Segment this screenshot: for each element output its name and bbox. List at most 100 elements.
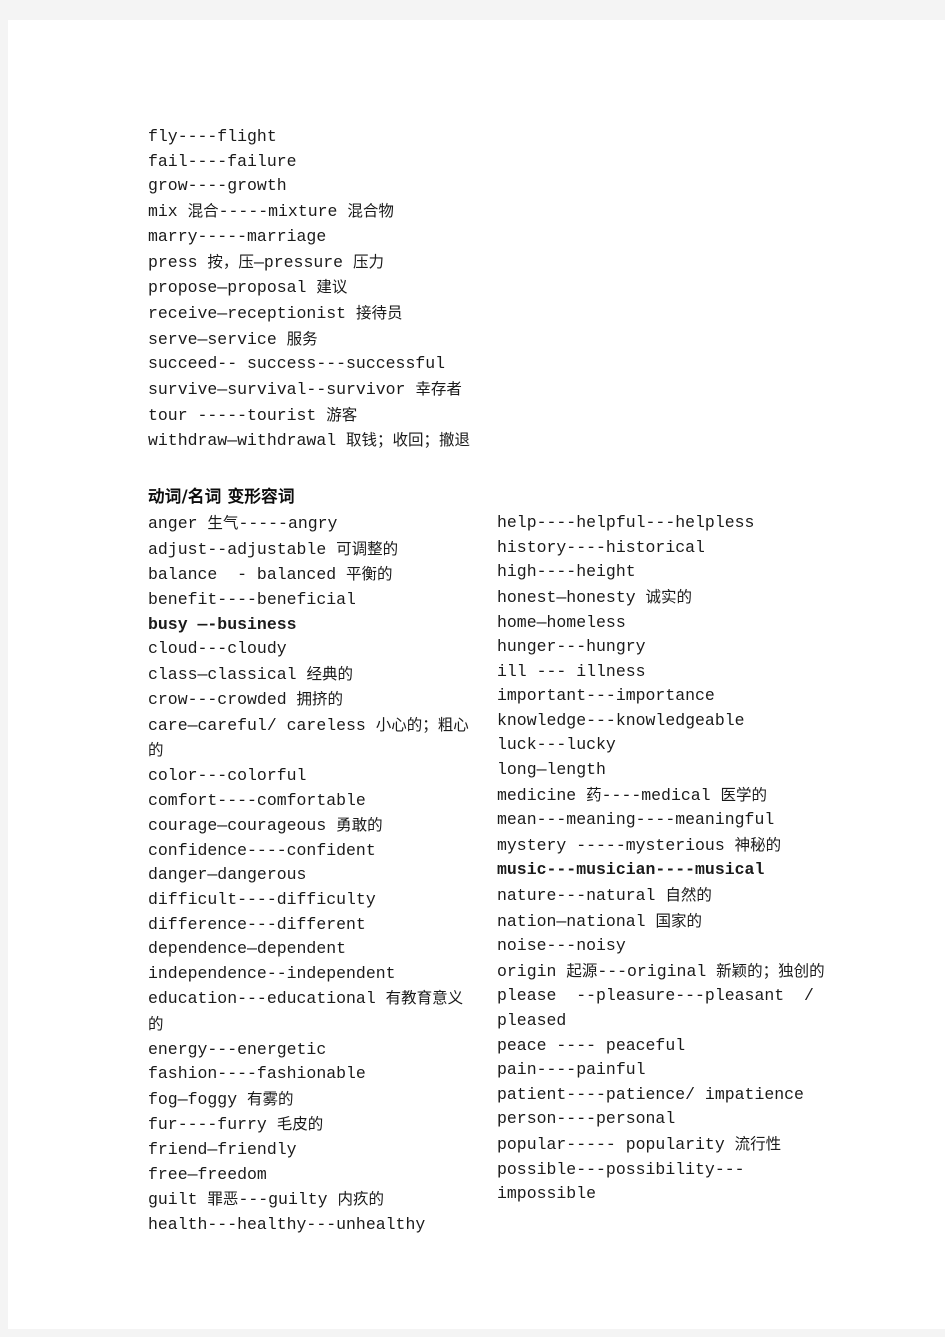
chinese-gloss: 服务 — [286, 329, 318, 348]
chinese-gloss: 罪恶 — [207, 1190, 239, 1209]
chinese-gloss: 毛皮的 — [276, 1115, 324, 1134]
chinese-gloss: 拥挤的 — [296, 690, 344, 709]
word-entry-line: luck---lucky — [497, 735, 616, 755]
word-entry-line: independence--independent — [148, 963, 396, 983]
word-entry-line: patient----patience/ impatience — [497, 1084, 804, 1104]
word-entry-line: guilt 罪恶---guilty 内疚的 — [148, 1190, 384, 1210]
word-entry-line: difference---different — [148, 914, 366, 934]
word-entry-line: confidence----confident — [148, 840, 376, 860]
chinese-gloss: 流行性 — [734, 1134, 782, 1153]
chinese-gloss: 国家的 — [655, 911, 702, 930]
chinese-gloss: 起源 — [566, 961, 598, 980]
verb-noun-derivation-list: fly----flight fail----failure grow----grow… — [148, 125, 838, 454]
word-entry-line: nature---natural 自然的 — [497, 886, 712, 906]
word-entry-line: propose—proposal 建议 — [148, 278, 348, 298]
word-entry-line: medicine 药----medical 医学的 — [497, 785, 767, 805]
word-entry-line: history----historical — [497, 537, 705, 557]
word-entry-line: long—length — [497, 760, 606, 780]
word-entry-line: serve—service 服务 — [148, 329, 318, 349]
word-entry-line: pain----painful — [497, 1060, 646, 1080]
word-entry-line: peace ---- peaceful — [497, 1035, 686, 1055]
word-entry-line: free—freedom — [148, 1164, 267, 1184]
word-entry-line: help----helpful---helpless — [497, 513, 755, 533]
document-page: fly----flight fail----failure grow----grow… — [8, 20, 945, 1329]
chinese-gloss: 药 — [586, 785, 602, 804]
word-entry-line: busy —-business — [148, 614, 297, 634]
document-content: fly----flight fail----failure grow----grow… — [148, 125, 838, 1237]
word-entry-line: mystery -----mysterious 神秘的 — [497, 835, 782, 855]
word-entry-line: music---musician----musical — [497, 860, 765, 880]
word-entry-line: cloud---cloudy — [148, 639, 287, 659]
word-entry-line: education---educational 有教育意义的 — [148, 989, 464, 1034]
word-entry-line: color---colorful — [148, 766, 307, 786]
chinese-gloss: 医学的 — [720, 785, 767, 804]
chinese-gloss: 小心的；粗心的 — [148, 715, 469, 760]
word-entry-line: difficult----difficulty — [148, 890, 376, 910]
chinese-gloss: 混合 — [187, 202, 219, 221]
word-entry-line: fly----flight — [148, 127, 277, 146]
word-entry-line: balance - balanced 平衡的 — [148, 565, 393, 585]
word-entry-line: survive—survival--survivor 幸存者 — [148, 380, 462, 400]
word-entry-line: home—homeless — [497, 612, 626, 632]
word-entry-line: class—classical 经典的 — [148, 664, 353, 684]
chinese-gloss: 生气 — [207, 514, 239, 533]
word-entry-line: fail----failure — [148, 151, 297, 171]
chinese-gloss: 混合物 — [347, 202, 394, 221]
word-entry-line: possible---possibility---impossible — [497, 1159, 745, 1204]
word-entry-line: noise---noisy — [497, 936, 626, 956]
word-entry-line: mix 混合-----mixture 混合物 — [148, 202, 394, 222]
word-entry-line: person----personal — [497, 1109, 676, 1129]
chinese-gloss: 自然的 — [665, 886, 712, 905]
word-entry-line: friend—friendly — [148, 1139, 297, 1159]
word-entry-line: anger 生气-----angry — [148, 514, 338, 534]
section-heading-adjective-forms: 动词/名词 变形容词 — [148, 487, 295, 507]
word-entry-line: ill --- illness — [497, 661, 646, 681]
word-entry-line: withdraw—withdrawal 取钱；收回；撤退 — [148, 431, 471, 451]
word-entry-line: crow---crowded 拥挤的 — [148, 690, 344, 710]
two-column-word-list: anger 生气-----angry adjust--adjustable 可调整… — [148, 511, 838, 1237]
word-entry-line: marry-----marriage — [148, 226, 327, 246]
chinese-gloss: 内疚的 — [337, 1190, 384, 1209]
word-entry-line: high----height — [497, 562, 636, 582]
word-entry-line: fur----furry 毛皮的 — [148, 1115, 324, 1135]
chinese-gloss: 有教育意义的 — [148, 989, 464, 1034]
chinese-gloss: 有雾的 — [247, 1089, 294, 1108]
chinese-gloss: 压力 — [352, 252, 384, 271]
chinese-gloss: 诚实的 — [645, 587, 693, 606]
word-entry-line: popular----- popularity 流行性 — [497, 1134, 782, 1154]
chinese-gloss: 建议 — [316, 278, 348, 297]
chinese-gloss: 游客 — [326, 405, 358, 424]
word-entry-line: tour -----tourist 游客 — [148, 405, 358, 425]
word-entry-line: honest—honesty 诚实的 — [497, 587, 693, 607]
chinese-gloss: 神秘的 — [734, 835, 782, 854]
word-entry-line: care—careful/ careless 小心的；粗心的 — [148, 715, 469, 760]
word-entry-line: succeed-- success---successful — [148, 354, 446, 374]
word-entry-line: adjust--adjustable 可调整的 — [148, 539, 399, 559]
word-entry-line: dependence—dependent — [148, 939, 347, 959]
chinese-gloss: 勇敢的 — [336, 816, 383, 835]
chinese-gloss: 经典的 — [306, 664, 353, 683]
word-entry-line: please --pleasure---pleasant / pleased — [497, 986, 824, 1031]
word-entry-line: courage—courageous 勇敢的 — [148, 816, 383, 836]
word-entry-line: knowledge---knowledgeable — [497, 710, 745, 730]
word-entry-line: fashion----fashionable — [148, 1064, 366, 1084]
word-entry-line: grow----growth — [148, 176, 287, 196]
word-entry-line: benefit----beneficial — [148, 589, 356, 609]
word-entry-line: danger—dangerous — [148, 865, 307, 885]
word-entry-line: press 按，压—pressure 压力 — [148, 252, 384, 272]
chinese-gloss: 取钱；收回；撤退 — [346, 431, 471, 450]
word-entry-line: health---healthy---unhealthy — [148, 1214, 426, 1234]
word-list-right-column: help----helpful---helpless history----his… — [497, 511, 838, 1207]
word-entry-line: nation—national 国家的 — [497, 911, 702, 931]
chinese-gloss: 幸存者 — [415, 380, 462, 399]
word-list-left-column: anger 生气-----angry adjust--adjustable 可调整… — [148, 511, 478, 1237]
chinese-gloss: 可调整的 — [336, 539, 399, 558]
word-entry-line: mean---meaning----meaningful — [497, 810, 775, 830]
word-entry-line: energy---energetic — [148, 1039, 327, 1059]
word-entry-line: important---importance — [497, 686, 715, 706]
word-entry-line: hunger---hungry — [497, 637, 646, 657]
chinese-gloss: 接待员 — [355, 303, 403, 322]
chinese-gloss: 平衡的 — [346, 565, 393, 584]
chinese-gloss: 按，压 — [207, 252, 254, 271]
